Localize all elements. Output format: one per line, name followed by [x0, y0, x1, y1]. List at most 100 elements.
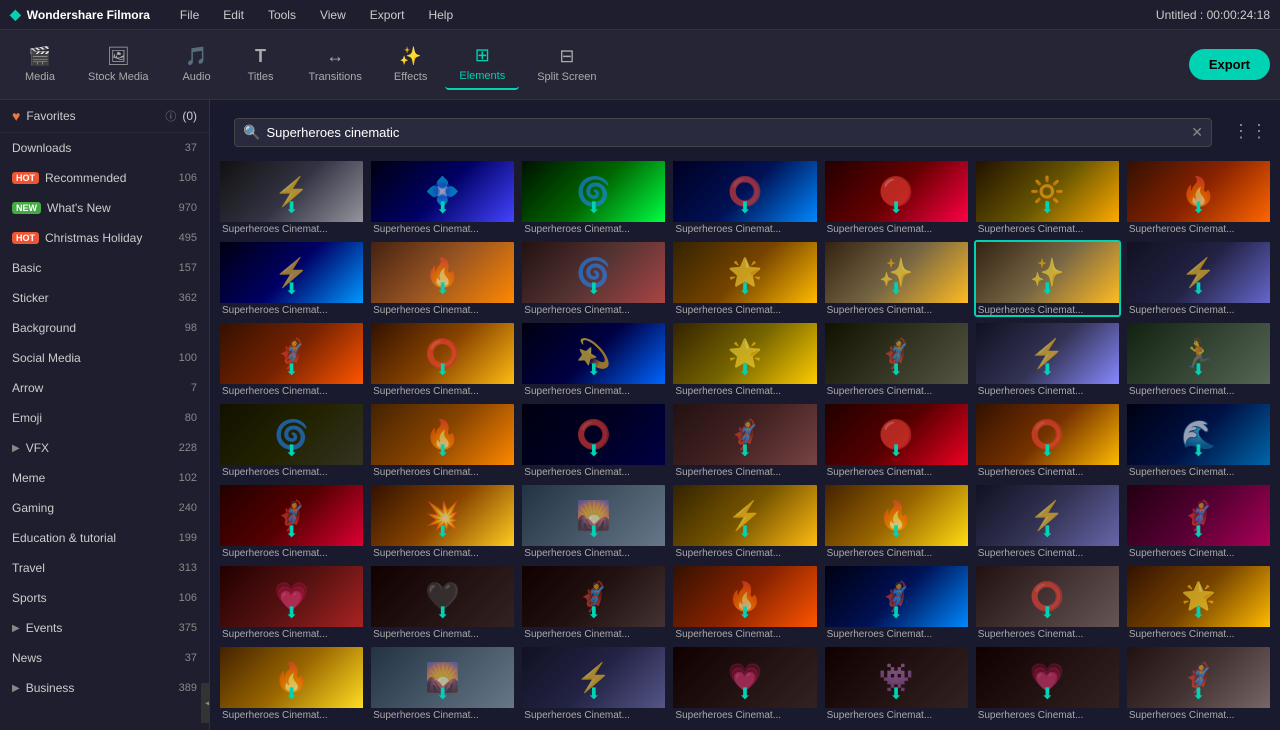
export-button[interactable]: Export — [1189, 49, 1270, 80]
download-icon[interactable]: ⬇ — [1041, 522, 1054, 542]
grid-item-16[interactable]: ⭕ ⬇ Superheroes Cinemat... — [369, 321, 516, 398]
download-icon[interactable]: ⬇ — [587, 684, 600, 704]
grid-item-49[interactable]: 🦸 ⬇ Superheroes Cinemat... — [1125, 645, 1272, 722]
toolbar-titles[interactable]: T Titles — [231, 40, 291, 89]
download-icon[interactable]: ⬇ — [587, 360, 600, 380]
sidebar-item-christmas[interactable]: HOT Christmas Holiday 495 — [0, 223, 209, 253]
grid-item-18[interactable]: 🌟 ⬇ Superheroes Cinemat... — [671, 321, 818, 398]
download-icon[interactable]: ⬇ — [1041, 441, 1054, 461]
download-icon[interactable]: ⬇ — [889, 198, 902, 218]
grid-item-38[interactable]: 🦸 ⬇ Superheroes Cinemat... — [520, 564, 667, 641]
download-icon[interactable]: ⬇ — [738, 522, 751, 542]
download-icon[interactable]: ⬇ — [738, 360, 751, 380]
menu-view[interactable]: View — [316, 6, 350, 24]
sidebar-item-sports[interactable]: Sports 106 — [0, 583, 209, 613]
grid-item-13[interactable]: ✨ ⬇ Superheroes Cinemat... — [974, 240, 1121, 317]
grid-item-17[interactable]: 💫 ⬇ Superheroes Cinemat... — [520, 321, 667, 398]
download-icon[interactable]: ⬇ — [738, 684, 751, 704]
download-icon[interactable]: ⬇ — [285, 684, 298, 704]
download-icon[interactable]: ⬇ — [738, 198, 751, 218]
menu-file[interactable]: File — [176, 6, 203, 24]
sidebar-item-gaming[interactable]: Gaming 240 — [0, 493, 209, 523]
toolbar-transitions[interactable]: ↔ Transitions — [295, 40, 376, 89]
grid-item-6[interactable]: 🔆 ⬇ Superheroes Cinemat... — [974, 159, 1121, 236]
download-icon[interactable]: ⬇ — [889, 441, 902, 461]
grid-item-26[interactable]: 🔴 ⬇ Superheroes Cinemat... — [823, 402, 970, 479]
grid-item-9[interactable]: 🔥 ⬇ Superheroes Cinemat... — [369, 240, 516, 317]
sidebar-item-sticker[interactable]: Sticker 362 — [0, 283, 209, 313]
download-icon[interactable]: ⬇ — [1192, 198, 1205, 218]
grid-item-28[interactable]: 🌊 ⬇ Superheroes Cinemat... — [1125, 402, 1272, 479]
toolbar-effects[interactable]: ✨ Effects — [380, 40, 441, 89]
download-icon[interactable]: ⬇ — [738, 441, 751, 461]
download-icon[interactable]: ⬇ — [738, 279, 751, 299]
sidebar-item-arrow[interactable]: Arrow 7 — [0, 373, 209, 403]
grid-item-41[interactable]: ⭕ ⬇ Superheroes Cinemat... — [974, 564, 1121, 641]
download-icon[interactable]: ⬇ — [1041, 279, 1054, 299]
download-icon[interactable]: ⬇ — [436, 603, 449, 623]
sidebar-item-business[interactable]: ▶ Business 389 — [0, 673, 209, 703]
sidebar-item-education[interactable]: Education & tutorial 199 — [0, 523, 209, 553]
grid-item-31[interactable]: 🌄 ⬇ Superheroes Cinemat... — [520, 483, 667, 560]
download-icon[interactable]: ⬇ — [285, 279, 298, 299]
sidebar-item-whats-new[interactable]: NEW What's New 970 — [0, 193, 209, 223]
grid-options-button[interactable]: ⋮⋮ — [1232, 121, 1268, 142]
grid-item-15[interactable]: 🦸 ⬇ Superheroes Cinemat... — [218, 321, 365, 398]
download-icon[interactable]: ⬇ — [1192, 603, 1205, 623]
menu-tools[interactable]: Tools — [264, 6, 300, 24]
download-icon[interactable]: ⬇ — [889, 279, 902, 299]
grid-item-7[interactable]: 🔥 ⬇ Superheroes Cinemat... — [1125, 159, 1272, 236]
menu-help[interactable]: Help — [424, 6, 457, 24]
sidebar-item-downloads[interactable]: Downloads 37 — [0, 133, 209, 163]
download-icon[interactable]: ⬇ — [436, 441, 449, 461]
menu-edit[interactable]: Edit — [219, 6, 248, 24]
toolbar-elements[interactable]: ⊞ Elements — [445, 39, 519, 90]
grid-item-8[interactable]: ⚡ ⬇ Superheroes Cinemat... — [218, 240, 365, 317]
sidebar-item-news[interactable]: News 37 — [0, 643, 209, 673]
download-icon[interactable]: ⬇ — [1192, 684, 1205, 704]
toolbar-stock-media[interactable]: 🖼 Stock Media — [74, 40, 163, 89]
sidebar-item-recommended[interactable]: HOT Recommended 106 — [0, 163, 209, 193]
grid-item-27[interactable]: ⭕ ⬇ Superheroes Cinemat... — [974, 402, 1121, 479]
download-icon[interactable]: ⬇ — [1041, 603, 1054, 623]
sidebar-item-emoji[interactable]: Emoji 80 — [0, 403, 209, 433]
grid-item-30[interactable]: 💥 ⬇ Superheroes Cinemat... — [369, 483, 516, 560]
download-icon[interactable]: ⬇ — [889, 684, 902, 704]
download-icon[interactable]: ⬇ — [587, 603, 600, 623]
download-icon[interactable]: ⬇ — [436, 360, 449, 380]
download-icon[interactable]: ⬇ — [1192, 279, 1205, 299]
download-icon[interactable]: ⬇ — [738, 603, 751, 623]
download-icon[interactable]: ⬇ — [1041, 360, 1054, 380]
sidebar-item-travel[interactable]: Travel 313 — [0, 553, 209, 583]
grid-item-45[interactable]: ⚡ ⬇ Superheroes Cinemat... — [520, 645, 667, 722]
sidebar-item-social-media[interactable]: Social Media 100 — [0, 343, 209, 373]
download-icon[interactable]: ⬇ — [285, 522, 298, 542]
download-icon[interactable]: ⬇ — [436, 198, 449, 218]
download-icon[interactable]: ⬇ — [436, 279, 449, 299]
grid-item-43[interactable]: 🔥 ⬇ Superheroes Cinemat... — [218, 645, 365, 722]
menu-export[interactable]: Export — [366, 6, 409, 24]
sidebar-item-basic[interactable]: Basic 157 — [0, 253, 209, 283]
download-icon[interactable]: ⬇ — [1041, 684, 1054, 704]
grid-item-29[interactable]: 🦸 ⬇ Superheroes Cinemat... — [218, 483, 365, 560]
sidebar-item-vfx[interactable]: ▶ VFX 228 — [0, 433, 209, 463]
grid-item-36[interactable]: 💗 ⬇ Superheroes Cinemat... — [218, 564, 365, 641]
toolbar-split-screen[interactable]: ⊟ Split Screen — [523, 40, 610, 89]
grid-item-42[interactable]: 🌟 ⬇ Superheroes Cinemat... — [1125, 564, 1272, 641]
grid-item-10[interactable]: 🌀 ⬇ Superheroes Cinemat... — [520, 240, 667, 317]
grid-item-44[interactable]: 🌄 ⬇ Superheroes Cinemat... — [369, 645, 516, 722]
search-input[interactable] — [266, 119, 1185, 146]
grid-item-34[interactable]: ⚡ ⬇ Superheroes Cinemat... — [974, 483, 1121, 560]
sidebar-item-meme[interactable]: Meme 102 — [0, 463, 209, 493]
grid-item-20[interactable]: ⚡ ⬇ Superheroes Cinemat... — [974, 321, 1121, 398]
download-icon[interactable]: ⬇ — [889, 360, 902, 380]
grid-item-47[interactable]: 👾 ⬇ Superheroes Cinemat... — [823, 645, 970, 722]
grid-item-40[interactable]: 🦸 ⬇ Superheroes Cinemat... — [823, 564, 970, 641]
grid-item-11[interactable]: 🌟 ⬇ Superheroes Cinemat... — [671, 240, 818, 317]
search-clear-button[interactable]: ✕ — [1191, 124, 1203, 141]
grid-item-46[interactable]: 💗 ⬇ Superheroes Cinemat... — [671, 645, 818, 722]
download-icon[interactable]: ⬇ — [587, 522, 600, 542]
grid-item-24[interactable]: ⭕ ⬇ Superheroes Cinemat... — [520, 402, 667, 479]
download-icon[interactable]: ⬇ — [285, 360, 298, 380]
grid-item-48[interactable]: 💗 ⬇ Superheroes Cinemat... — [974, 645, 1121, 722]
